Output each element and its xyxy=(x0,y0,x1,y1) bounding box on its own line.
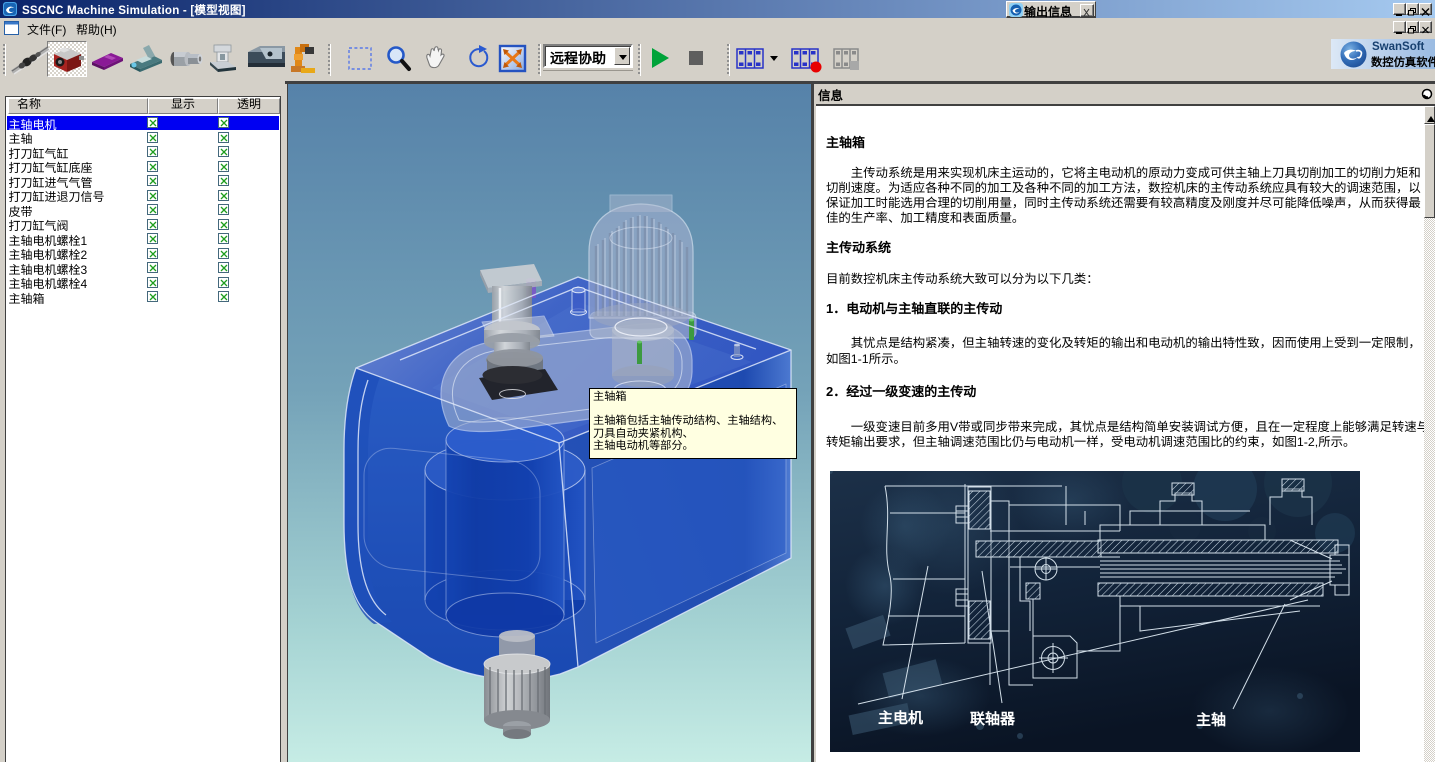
svg-text:主轴: 主轴 xyxy=(1196,709,1226,730)
svg-text:联轴器: 联轴器 xyxy=(970,708,1016,729)
svg-text:主电机: 主电机 xyxy=(878,707,923,728)
